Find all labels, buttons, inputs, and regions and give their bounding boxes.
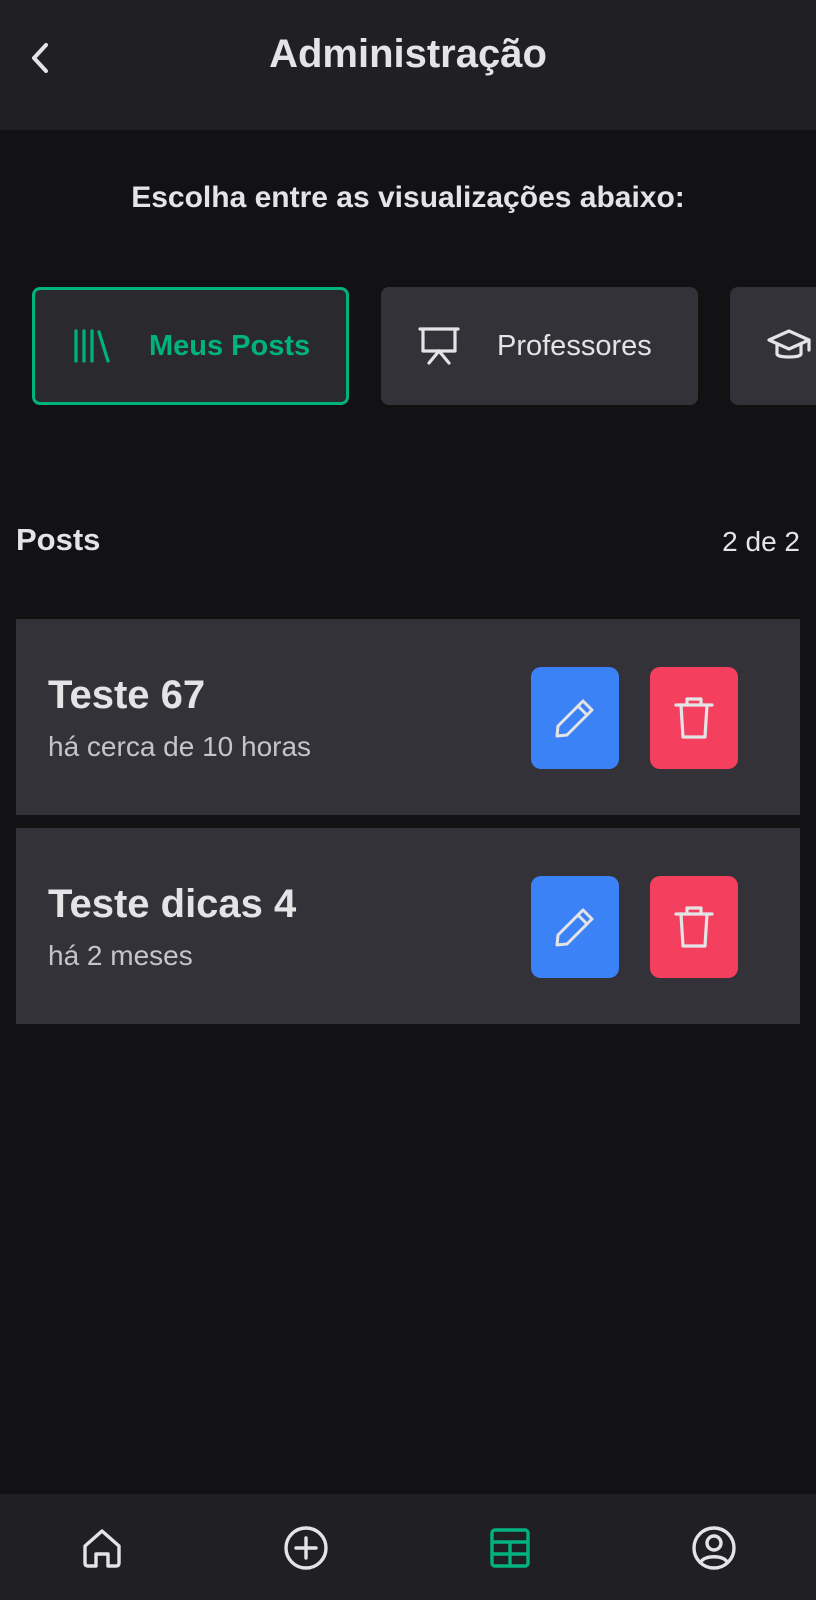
section-title: Posts <box>16 522 101 557</box>
post-title: Teste 67 <box>48 673 206 717</box>
library-icon <box>70 326 114 366</box>
nav-home[interactable] <box>72 1518 132 1578</box>
pencil-icon <box>555 699 594 738</box>
user-circle-icon <box>692 1526 736 1570</box>
post-timestamp: há 2 meses <box>48 940 193 971</box>
graduation-cap-icon <box>766 326 812 366</box>
bottom-nav <box>0 1494 816 1600</box>
app-header: Administração <box>0 0 816 130</box>
plus-circle-icon <box>284 1526 328 1570</box>
edit-post-button[interactable] <box>531 876 619 978</box>
views-instruction: Escolha entre as visualizações abaixo: <box>131 181 685 214</box>
view-chip-label: Professores <box>497 329 652 362</box>
table-icon <box>490 1528 530 1568</box>
trash-icon <box>674 906 714 948</box>
nav-profile[interactable] <box>684 1518 744 1578</box>
edit-post-button[interactable] <box>531 667 619 769</box>
post-timestamp: há cerca de 10 horas <box>48 731 312 762</box>
posts-count: 2 de 2 <box>722 526 800 557</box>
delete-post-button[interactable] <box>650 876 738 978</box>
nav-admin[interactable] <box>480 1518 540 1578</box>
view-chip-label: Meus Posts <box>149 329 311 362</box>
trash-icon <box>674 697 714 739</box>
post-card[interactable]: Teste dicas 4 há 2 meses <box>16 828 800 1024</box>
view-chip-meus-posts[interactable]: Meus Posts <box>32 287 349 405</box>
delete-post-button[interactable] <box>650 667 738 769</box>
view-chip-professores[interactable]: Professores <box>381 287 698 405</box>
presentation-icon <box>417 325 461 367</box>
admin-screen: Administração Escolha entre as visualiza… <box>0 0 816 1600</box>
nav-create[interactable] <box>276 1518 336 1578</box>
pencil-icon <box>555 908 594 947</box>
view-chip-alunos[interactable] <box>730 287 816 405</box>
page-title: Administração <box>269 32 547 76</box>
post-title: Teste dicas 4 <box>48 882 297 926</box>
home-icon <box>83 1529 121 1568</box>
post-card[interactable]: Teste 67 há cerca de 10 horas <box>16 619 800 815</box>
